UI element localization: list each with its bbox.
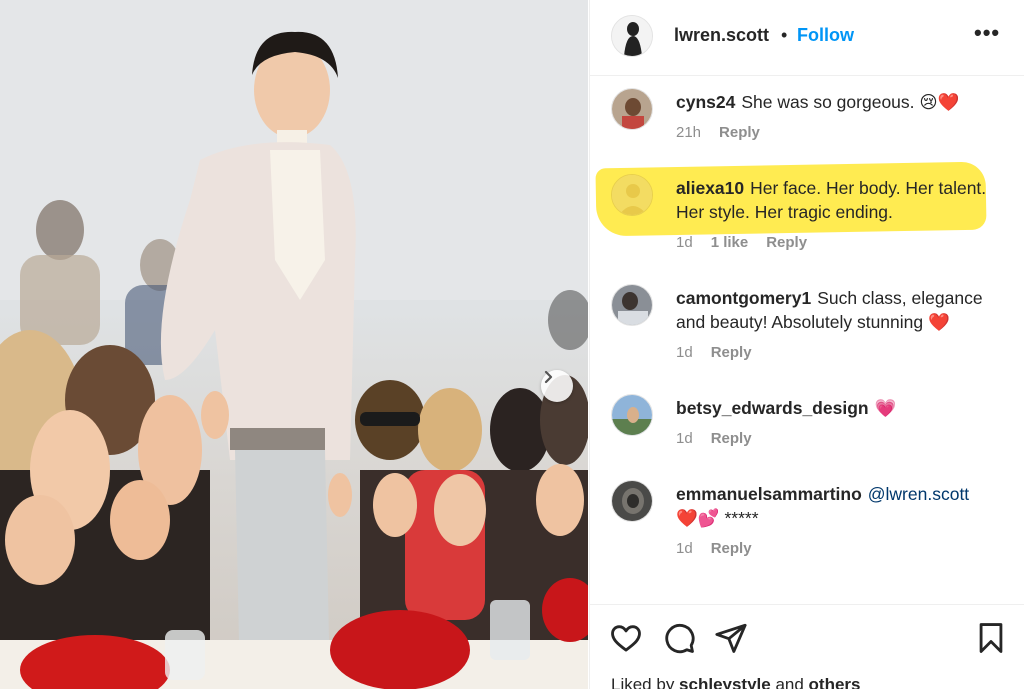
comment-time: 21h xyxy=(676,124,702,141)
post-header: lwren.scott • Follow ••• xyxy=(590,0,1024,76)
post-side-panel: lwren.scott • Follow ••• cyns24 She was s… xyxy=(589,0,1024,689)
default-avatar-icon xyxy=(612,175,652,215)
author-avatar[interactable] xyxy=(611,15,653,57)
comment-text: emmanuelsammartino @lwren.scott ❤️💕 ***** xyxy=(676,482,1006,530)
like-button[interactable] xyxy=(609,621,643,655)
comment-time: 1d xyxy=(676,430,693,447)
comment-username[interactable]: aliexa10 xyxy=(676,178,744,198)
heart-emoji: ❤️ xyxy=(937,92,960,112)
comment-meta: 21h Reply xyxy=(676,124,778,141)
comment-time: 1d xyxy=(676,540,693,557)
comment-mention-link[interactable]: @lwren.scott xyxy=(868,484,969,504)
commenter-avatar[interactable] xyxy=(611,480,653,522)
header-separator: • xyxy=(781,25,788,45)
comment-meta: 1d 1 like Reply xyxy=(676,234,825,251)
post-actions-bar: Liked by schleystyle and others xyxy=(590,604,1024,689)
reply-button[interactable]: Reply xyxy=(711,540,752,557)
comment-username[interactable]: camontgomery1 xyxy=(676,288,811,308)
commenter-avatar[interactable] xyxy=(611,88,653,130)
liked-by-text: Liked by schleystyle and others xyxy=(611,675,861,689)
liked-by-user-link[interactable]: schleystyle xyxy=(679,675,771,689)
comment-time: 1d xyxy=(676,344,693,361)
avatar-image xyxy=(612,16,652,56)
comment-icon xyxy=(665,623,695,654)
liked-by-prefix: Liked by xyxy=(611,675,680,689)
heart-outline-icon xyxy=(611,625,641,652)
share-button[interactable] xyxy=(714,621,748,655)
avatar-image xyxy=(612,285,652,325)
liked-by-others-link[interactable]: others xyxy=(809,675,861,689)
avatar-image xyxy=(612,481,652,521)
comment-time: 1d xyxy=(676,234,693,251)
carousel-next-button[interactable] xyxy=(541,370,573,402)
post-photo[interactable] xyxy=(0,0,588,689)
avatar-image xyxy=(612,395,652,435)
comment-text: betsy_edwards_design 💗 xyxy=(676,396,1006,420)
reply-button[interactable]: Reply xyxy=(711,430,752,447)
photo-illustration xyxy=(0,0,588,689)
liked-by-middle: and xyxy=(770,675,809,689)
comment-meta: 1d Reply xyxy=(676,540,770,557)
sparkling-heart-emoji: 💗 xyxy=(874,398,897,418)
commenter-avatar[interactable] xyxy=(611,174,653,216)
comment-meta: 1d Reply xyxy=(676,430,770,447)
comment-text: camontgomery1 Such class, elegance and be… xyxy=(676,286,1006,334)
comment-meta: 1d Reply xyxy=(676,344,770,361)
avatar-image xyxy=(612,89,652,129)
comment-text: cyns24 She was so gorgeous. 😢❤️ xyxy=(676,90,1006,114)
commenter-avatar[interactable] xyxy=(611,394,653,436)
send-icon xyxy=(715,623,747,653)
reply-button[interactable]: Reply xyxy=(719,124,760,141)
comment-likes[interactable]: 1 like xyxy=(711,234,749,251)
commenter-avatar[interactable] xyxy=(611,284,653,326)
comment-body: She was so gorgeous. xyxy=(741,92,920,112)
comment-username[interactable]: emmanuelsammartino xyxy=(676,484,862,504)
comment-username[interactable]: betsy_edwards_design xyxy=(676,398,869,418)
reply-button[interactable]: Reply xyxy=(766,234,807,251)
crying-emoji: 😢 xyxy=(919,92,938,112)
comment-button[interactable] xyxy=(662,621,696,655)
comment-text: aliexa10 Her face. Her body. Her talent. … xyxy=(676,176,1006,224)
heart-emoji: ❤️ xyxy=(928,312,950,332)
follow-button[interactable]: Follow xyxy=(797,25,854,46)
more-options-icon[interactable]: ••• xyxy=(974,20,1000,46)
comment-stars: ***** xyxy=(724,508,759,528)
save-button[interactable] xyxy=(974,621,1008,655)
reply-button[interactable]: Reply xyxy=(711,344,752,361)
author-username[interactable]: lwren.scott xyxy=(674,25,769,46)
chevron-right-icon xyxy=(544,370,553,384)
bookmark-icon xyxy=(979,623,1003,653)
hearts-emoji: ❤️💕 xyxy=(676,508,720,528)
comment-username[interactable]: cyns24 xyxy=(676,92,735,112)
